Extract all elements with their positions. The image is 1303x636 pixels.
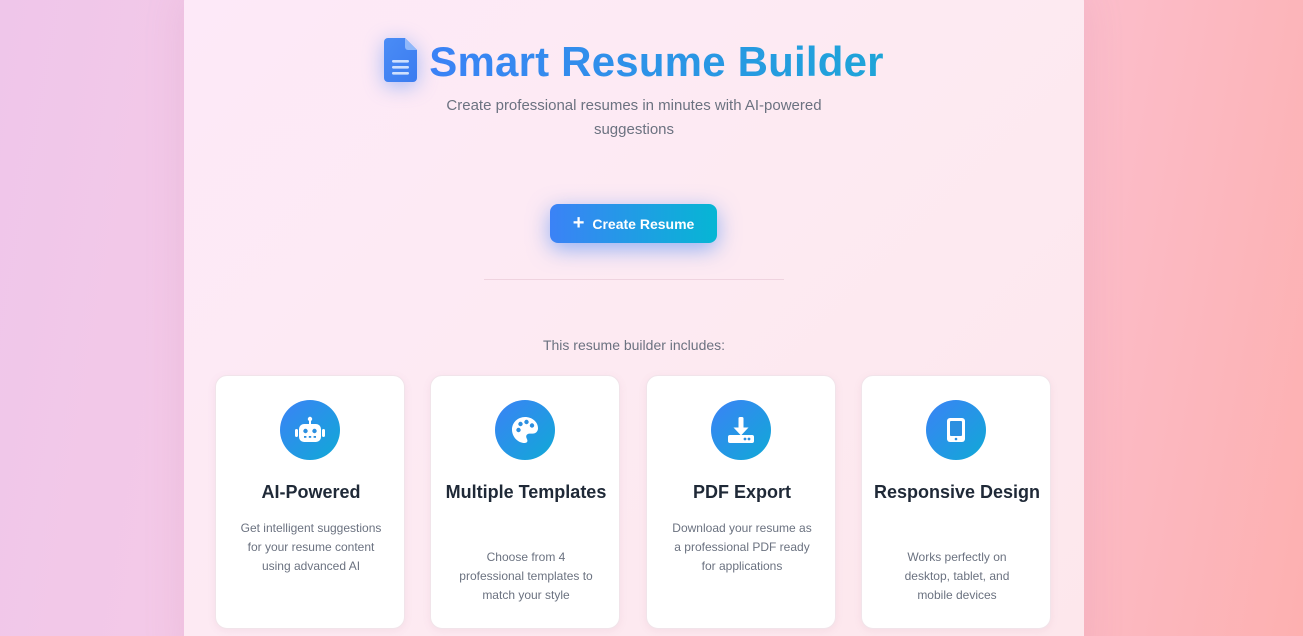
feature-description: Download your resume as a professional P…	[672, 521, 812, 573]
feature-card-pdf-export: PDF Export Download your resume as a pro…	[646, 375, 836, 629]
feature-card-multiple-templates: Multiple Templates Choose from 4 profess…	[430, 375, 620, 629]
create-resume-button[interactable]: + Create Resume	[550, 204, 717, 243]
create-resume-label: Create Resume	[592, 215, 695, 232]
download-icon	[728, 417, 754, 443]
plus-icon: +	[572, 211, 585, 234]
feature-title: Responsive Design	[873, 482, 1041, 502]
features-heading: This resume builder includes:	[542, 337, 726, 353]
feature-description: Works perfectly on desktop, tablet, and …	[904, 550, 1010, 602]
document-icon	[384, 38, 418, 82]
feature-description: Choose from 4 professional templates to …	[459, 550, 593, 602]
feature-icon-badge	[711, 400, 771, 460]
feature-card-ai-powered: AI-Powered Get intelligent suggestions f…	[215, 375, 405, 629]
page-title: Smart Resume Builder	[429, 38, 884, 85]
page-subtitle: Create professional resumes in minutes w…	[446, 97, 822, 138]
header: Smart Resume Builder	[184, 38, 1084, 86]
divider	[484, 279, 784, 280]
feature-title: Multiple Templates	[445, 482, 607, 502]
feature-title: PDF Export	[692, 482, 791, 502]
feature-description: Get intelligent suggestions for your res…	[240, 521, 382, 573]
feature-card-responsive-design: Responsive Design Works perfectly on des…	[861, 375, 1051, 629]
feature-icon-badge	[926, 400, 986, 460]
main-panel: Smart Resume Builder Create professional…	[184, 0, 1084, 636]
tablet-icon	[947, 418, 965, 442]
feature-icon-badge	[280, 400, 340, 460]
feature-icon-badge	[495, 400, 555, 460]
palette-icon	[512, 417, 538, 443]
feature-title: AI-Powered	[261, 482, 361, 502]
robot-icon	[295, 416, 325, 442]
